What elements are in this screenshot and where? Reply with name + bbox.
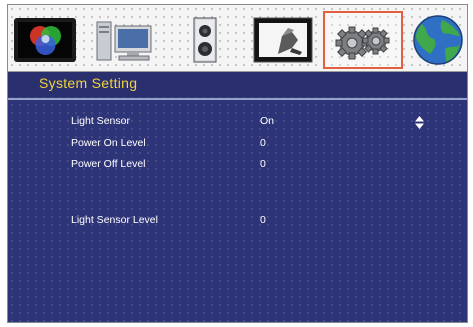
system-gears-icon[interactable] — [323, 11, 403, 69]
light-sensor-level-value[interactable]: 0 — [260, 214, 266, 226]
light-sensor-value[interactable]: On — [260, 115, 274, 127]
power-off-level-label[interactable]: Power Off Level — [71, 158, 146, 170]
title-divider — [8, 98, 467, 100]
power-on-level-value[interactable]: 0 — [260, 137, 266, 149]
pc-computer-icon[interactable] — [87, 14, 159, 66]
up-down-arrow-icon — [415, 116, 424, 129]
power-off-level-value[interactable]: 0 — [260, 158, 266, 170]
power-on-level-label[interactable]: Power On Level — [71, 137, 146, 149]
light-sensor-level-label[interactable]: Light Sensor Level — [71, 214, 158, 226]
speaker-audio-icon[interactable] — [170, 14, 242, 66]
light-sensor-label[interactable]: Light Sensor — [71, 115, 130, 127]
color-settings-icon[interactable] — [10, 14, 82, 66]
display-image-icon[interactable] — [248, 14, 320, 66]
menu-title-bar: System Setting — [8, 72, 467, 97]
globe-language-icon[interactable] — [402, 14, 466, 66]
menu-icon-bar — [8, 5, 467, 72]
osd-menu-panel: System Setting Light Sensor On Power On … — [7, 4, 468, 323]
page-title: System Setting — [39, 75, 138, 91]
